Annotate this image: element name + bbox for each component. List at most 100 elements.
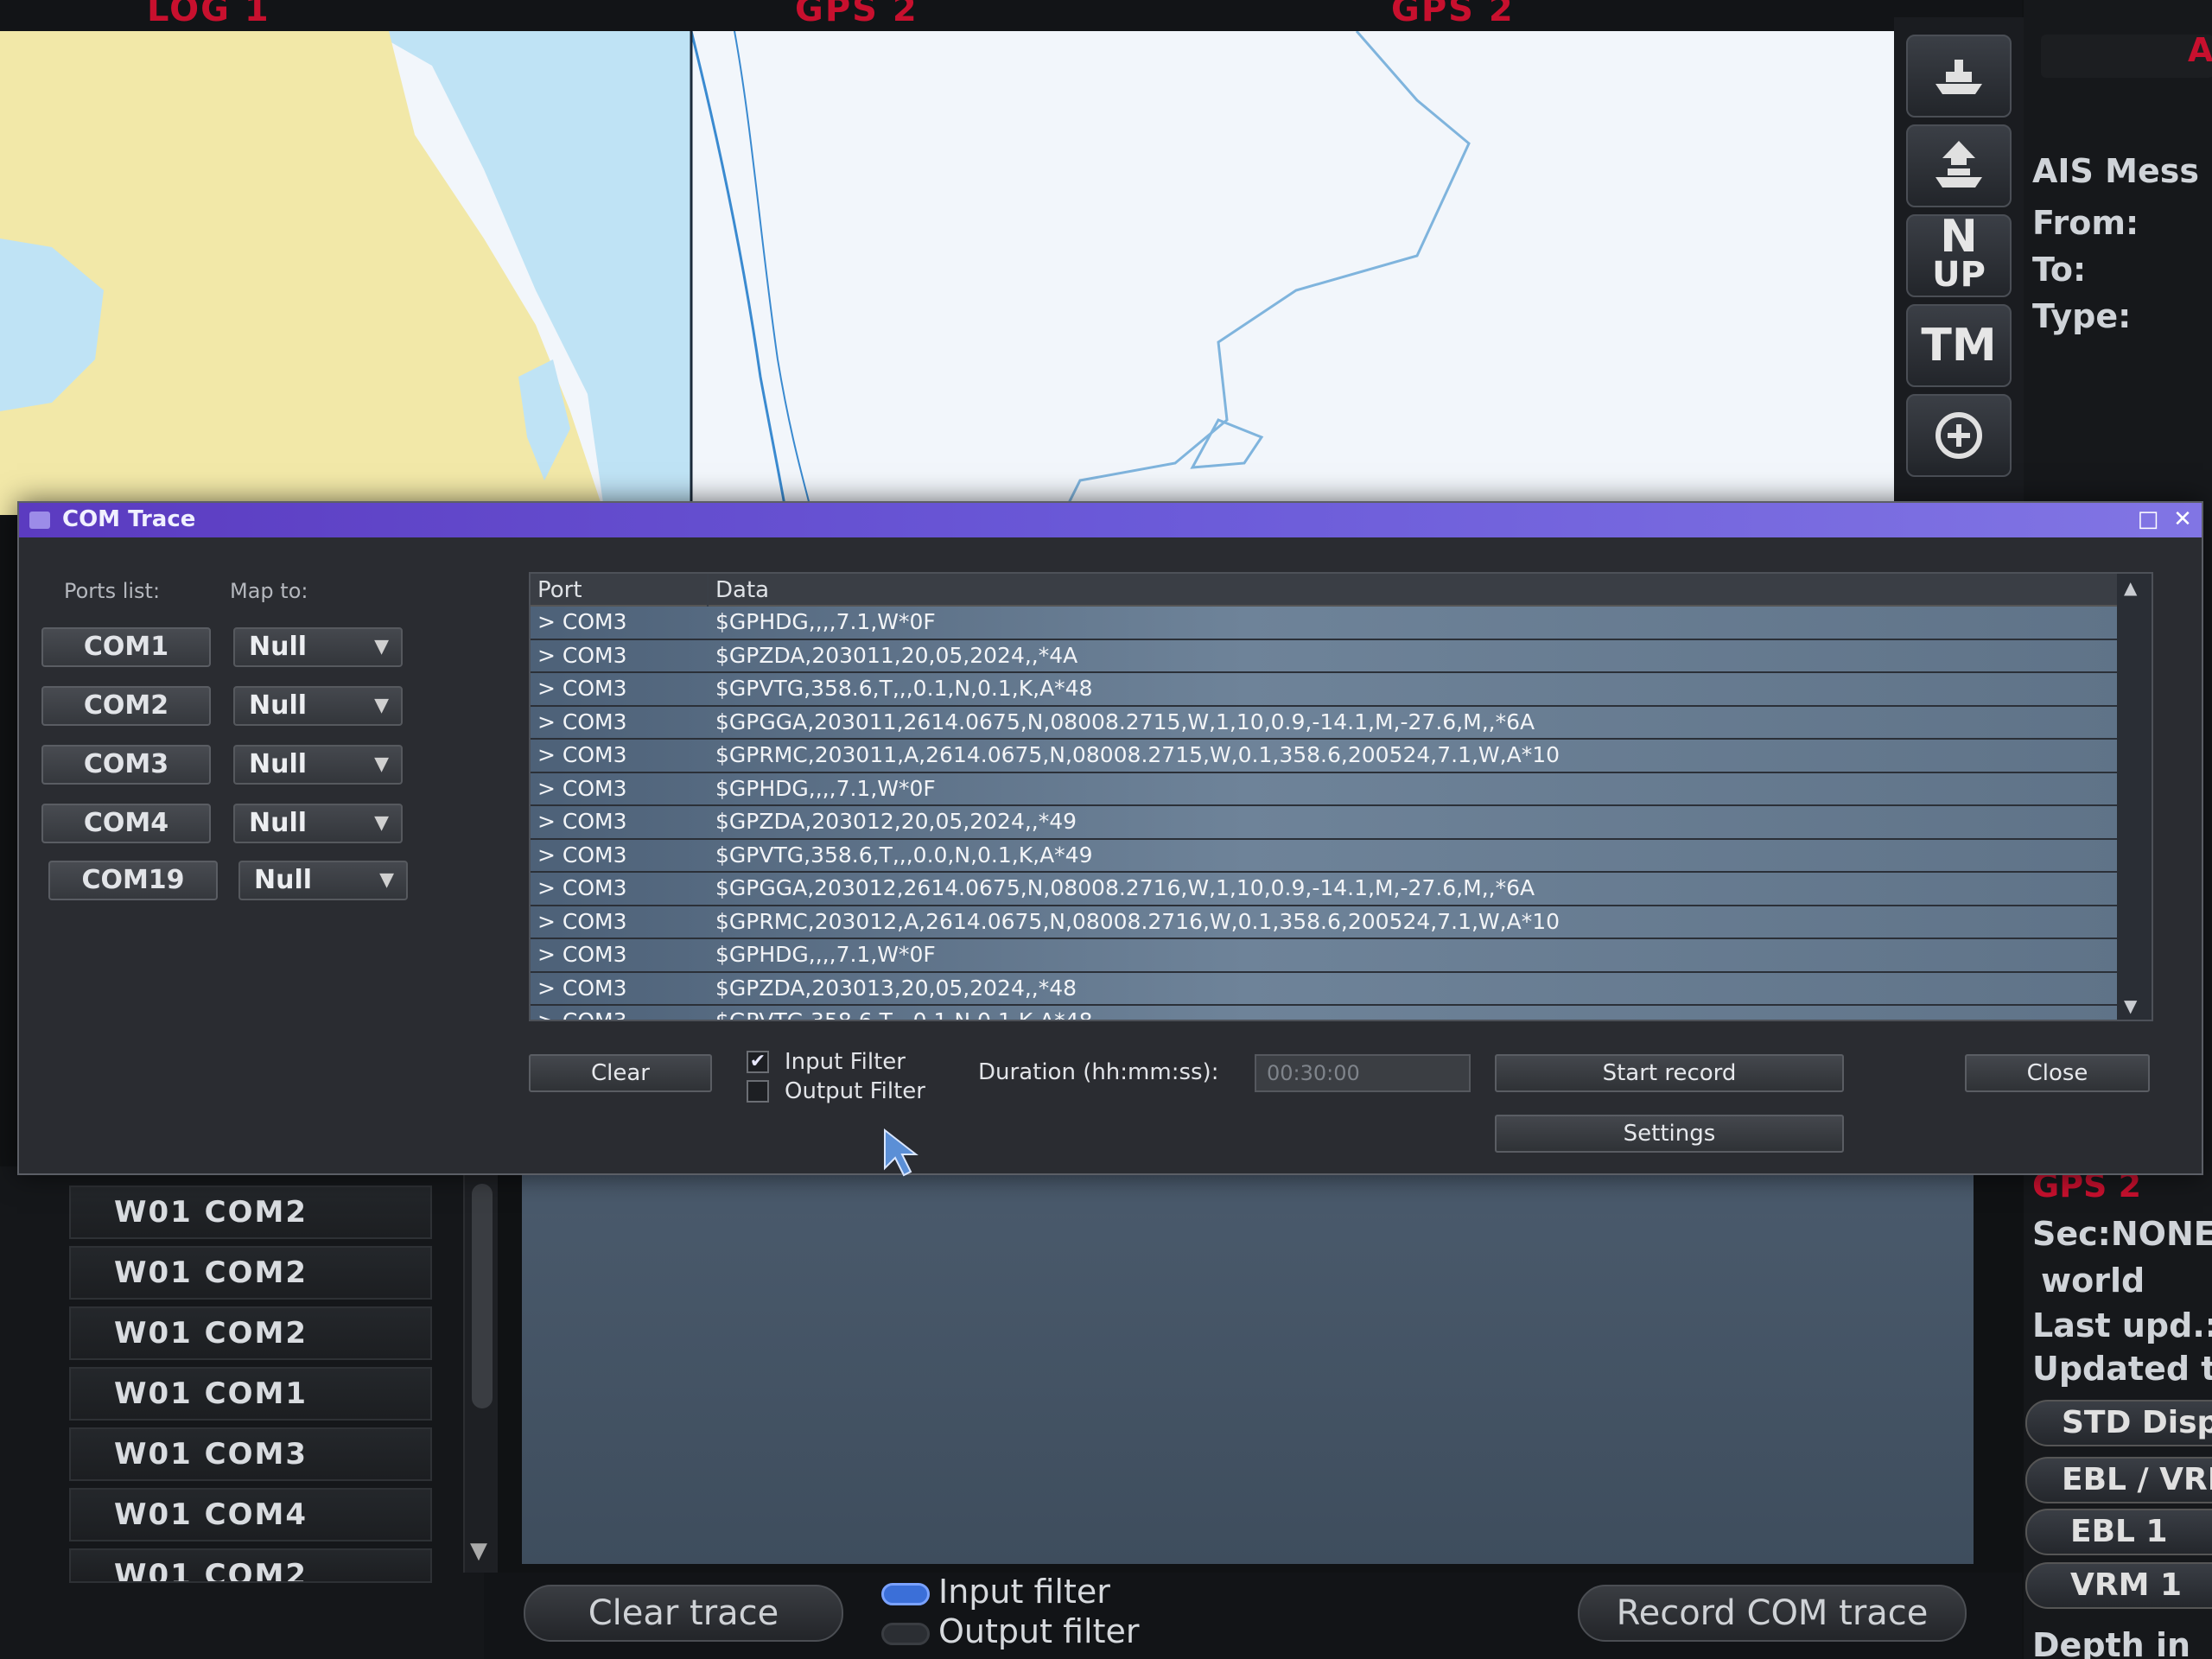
record-com-trace-button[interactable]: Record COM trace bbox=[1578, 1585, 1967, 1642]
table-row[interactable]: > COM3 $GPHDG,,,,7.1,W*0F bbox=[531, 939, 2120, 973]
ship-icon[interactable] bbox=[1906, 35, 2012, 118]
table-row[interactable]: > COM3 $GPZDA,203011,20,05,2024,,*4A bbox=[531, 639, 2120, 673]
ecdis-screen: LOG 1 GPS 2 GPS 2 N UP TM A AIS Mess Fro… bbox=[0, 0, 2212, 1659]
row-port: > COM3 bbox=[537, 642, 627, 668]
chart-svg bbox=[0, 31, 1894, 515]
list-item[interactable]: W01 COM2 bbox=[69, 1185, 432, 1239]
ais-to-label: To: bbox=[2032, 251, 2087, 289]
nautical-chart[interactable] bbox=[0, 31, 1894, 515]
map-com2-select[interactable]: Null ▼ bbox=[233, 686, 403, 726]
list-scrollbar[interactable]: ▼ bbox=[463, 1175, 498, 1573]
list-item[interactable]: W01 COM3 bbox=[69, 1427, 432, 1481]
gps-label: GPS 2 bbox=[795, 0, 918, 29]
map-com4-select[interactable]: Null ▼ bbox=[233, 804, 403, 843]
row-port: > COM3 bbox=[537, 942, 627, 967]
port-com2-button[interactable]: COM2 bbox=[41, 686, 211, 726]
settings-button[interactable]: Settings bbox=[1495, 1115, 1844, 1153]
table-row[interactable]: > COM3 $GPVTG,358.6,T,,,0.1,N,0.1,K,A*48 bbox=[531, 673, 2120, 707]
ship-heading-up-icon[interactable] bbox=[1906, 124, 2012, 207]
close-button[interactable]: Close bbox=[1965, 1054, 2150, 1092]
row-data: $GPGGA,203012,2614.0675,N,08008.2716,W,1… bbox=[715, 875, 1535, 900]
true-motion-icon[interactable]: TM bbox=[1906, 304, 2012, 387]
list-item[interactable]: W01 COM2 bbox=[69, 1548, 432, 1583]
row-port: > COM3 bbox=[537, 809, 627, 834]
output-filter-checkbox[interactable] bbox=[747, 1080, 769, 1103]
scroll-down-icon[interactable]: ▼ bbox=[470, 1538, 487, 1564]
row-port: > COM3 bbox=[537, 908, 627, 934]
row-port: > COM3 bbox=[537, 609, 627, 634]
north-up-n: N bbox=[1940, 211, 1978, 263]
port-column-header[interactable]: Port bbox=[537, 577, 582, 603]
vrm1-button[interactable]: VRM 1 bbox=[2025, 1562, 2212, 1609]
clear-button[interactable]: Clear bbox=[529, 1054, 712, 1092]
maximize-icon[interactable]: □ bbox=[2134, 506, 2162, 532]
chevron-down-icon: ▼ bbox=[374, 812, 389, 834]
input-filter-label: Input filter bbox=[938, 1573, 1110, 1611]
data-column-header[interactable]: Data bbox=[715, 577, 769, 603]
map-to-label: Map to: bbox=[230, 579, 308, 603]
list-item[interactable]: W01 COM4 bbox=[69, 1488, 432, 1541]
trace-table[interactable]: Port Data > COM3 $GPHDG,,,,7.1,W*0F > COM3… bbox=[529, 572, 2153, 1021]
duration-input[interactable]: 00:30:00 bbox=[1255, 1054, 1471, 1092]
row-data: $GPHDG,,,,7.1,W*0F bbox=[715, 942, 936, 967]
list-item[interactable]: W01 COM1 bbox=[69, 1367, 432, 1421]
depth-label: Depth in bbox=[2032, 1626, 2191, 1659]
row-data: $GPVTG,358.6,T,,,0.1,N,0.1,K,A*48 bbox=[715, 676, 1093, 701]
table-row[interactable]: > COM3 $GPRMC,203012,A,2614.0675,N,08008.… bbox=[531, 906, 2120, 939]
scroll-up-icon[interactable]: ▲ bbox=[2124, 577, 2137, 598]
world-label: world bbox=[2041, 1262, 2145, 1300]
bottom-controls: Clear trace Input filter Output filter R… bbox=[484, 1573, 2022, 1659]
port-com1-button[interactable]: COM1 bbox=[41, 627, 211, 667]
table-scrollbar[interactable]: ▲ ▼ bbox=[2117, 574, 2152, 1020]
table-row[interactable]: > COM3 $GPGGA,203011,2614.0675,N,08008.27… bbox=[531, 706, 2120, 740]
row-port: > COM3 bbox=[537, 842, 627, 868]
chevron-down-icon: ▼ bbox=[379, 869, 394, 891]
scroll-down-icon[interactable]: ▼ bbox=[2124, 995, 2137, 1016]
dialog-titlebar[interactable]: COM Trace □ ✕ bbox=[19, 503, 2202, 537]
ebl-vrm-button[interactable]: EBL / VRM bbox=[2025, 1457, 2212, 1503]
port-com4-button[interactable]: COM4 bbox=[41, 804, 211, 843]
map-com19-select[interactable]: Null ▼ bbox=[238, 861, 408, 900]
map-com3-select[interactable]: Null ▼ bbox=[233, 745, 403, 785]
std-display-button[interactable]: STD Disp bbox=[2025, 1400, 2212, 1446]
map-com4-value: Null bbox=[249, 808, 308, 838]
north-up-icon[interactable]: N UP bbox=[1906, 214, 2012, 297]
table-row[interactable]: > COM3 $GPVTG,358.6,T,,,0.0,N,0.1,K,A*49 bbox=[531, 839, 2120, 873]
table-row[interactable]: > COM3 $GPVTG,358.6,T,,,0.1,N,0.1,K,A*48 bbox=[531, 1006, 2120, 1020]
map-com1-select[interactable]: Null ▼ bbox=[233, 627, 403, 667]
output-filter-label: Output filter bbox=[938, 1612, 1140, 1650]
input-filter-label: Input Filter bbox=[785, 1049, 906, 1075]
input-filter-toggle[interactable]: Input filter bbox=[881, 1573, 1110, 1611]
list-item[interactable]: W01 COM2 bbox=[69, 1306, 432, 1360]
port-com3-button[interactable]: COM3 bbox=[41, 745, 211, 785]
map-com19-value: Null bbox=[254, 865, 313, 895]
clear-trace-button[interactable]: Clear trace bbox=[524, 1585, 843, 1642]
zoom-in-icon[interactable] bbox=[1906, 394, 2012, 477]
map-com1-value: Null bbox=[249, 632, 308, 662]
table-row[interactable]: > COM3 $GPZDA,203012,20,05,2024,,*49 bbox=[531, 806, 2120, 840]
ports-list-label: Ports list: bbox=[64, 579, 161, 603]
gps-label-2: GPS 2 bbox=[1391, 0, 1515, 29]
map-com3-value: Null bbox=[249, 749, 308, 779]
row-port: > COM3 bbox=[537, 742, 627, 767]
start-record-button[interactable]: Start record bbox=[1495, 1054, 1844, 1092]
table-row[interactable]: > COM3 $GPGGA,203012,2614.0675,N,08008.27… bbox=[531, 873, 2120, 906]
ebl1-button[interactable]: EBL 1 bbox=[2025, 1509, 2212, 1555]
scroll-thumb[interactable] bbox=[472, 1184, 493, 1408]
row-port: > COM3 bbox=[537, 875, 627, 900]
row-data: $GPGGA,203011,2614.0675,N,08008.2715,W,1… bbox=[715, 709, 1535, 734]
table-row[interactable]: > COM3 $GPZDA,203013,20,05,2024,,*48 bbox=[531, 972, 2120, 1006]
port-com19-button[interactable]: COM19 bbox=[48, 861, 218, 900]
table-row[interactable]: > COM3 $GPRMC,203011,A,2614.0675,N,08008.… bbox=[531, 740, 2120, 773]
input-filter-checkbox[interactable]: ✔ bbox=[747, 1051, 769, 1073]
com-trace-dialog: COM Trace □ ✕ Ports list: Map to: COM1 N… bbox=[17, 501, 2203, 1175]
table-row[interactable]: > COM3 $GPHDG,,,,7.1,W*0F bbox=[531, 772, 2120, 806]
list-item[interactable]: W01 COM2 bbox=[69, 1246, 432, 1300]
ais-from-label: From: bbox=[2032, 204, 2139, 242]
output-filter-toggle[interactable]: Output filter bbox=[881, 1612, 1139, 1650]
row-port: > COM3 bbox=[537, 775, 627, 801]
table-row[interactable]: > COM3 $GPHDG,,,,7.1,W*0F bbox=[531, 607, 2120, 640]
alert-bar bbox=[2041, 35, 2212, 78]
table-rows: > COM3 $GPHDG,,,,7.1,W*0F > COM3 $GPZDA,203… bbox=[531, 607, 2120, 1020]
close-icon[interactable]: ✕ bbox=[2169, 506, 2196, 532]
